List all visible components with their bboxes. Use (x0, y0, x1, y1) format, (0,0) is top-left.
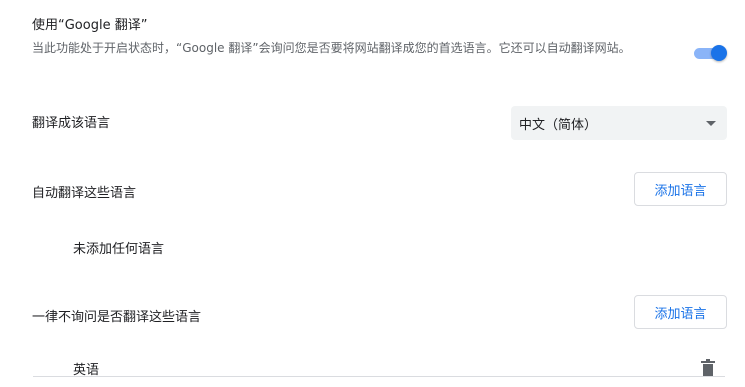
google-translate-description: 当此功能处于开启状态时，“Google 翻译”会询问您是否要将网站翻译成您的首选… (32, 41, 631, 55)
auto-translate-add-button[interactable]: 添加语言 (634, 172, 727, 206)
trash-icon-svg (701, 359, 715, 376)
bottom-divider (33, 376, 725, 377)
translate-to-label: 翻译成该语言 (32, 116, 111, 131)
translate-to-selected-value: 中文（简体） (519, 117, 598, 133)
trash-icon[interactable] (701, 359, 715, 376)
google-translate-toggle[interactable] (692, 45, 728, 61)
auto-translate-empty-text: 未添加任何语言 (73, 242, 165, 257)
toggle-knob (711, 45, 727, 61)
never-ask-label: 一律不询问是否翻译这些语言 (32, 310, 202, 325)
auto-translate-label: 自动翻译这些语言 (32, 186, 137, 201)
never-ask-add-button[interactable]: 添加语言 (634, 295, 727, 329)
translate-to-select[interactable]: 中文（简体） (511, 106, 727, 140)
dropdown-arrow-icon (706, 121, 716, 126)
google-translate-title: 使用“Google 翻译” (32, 18, 148, 33)
